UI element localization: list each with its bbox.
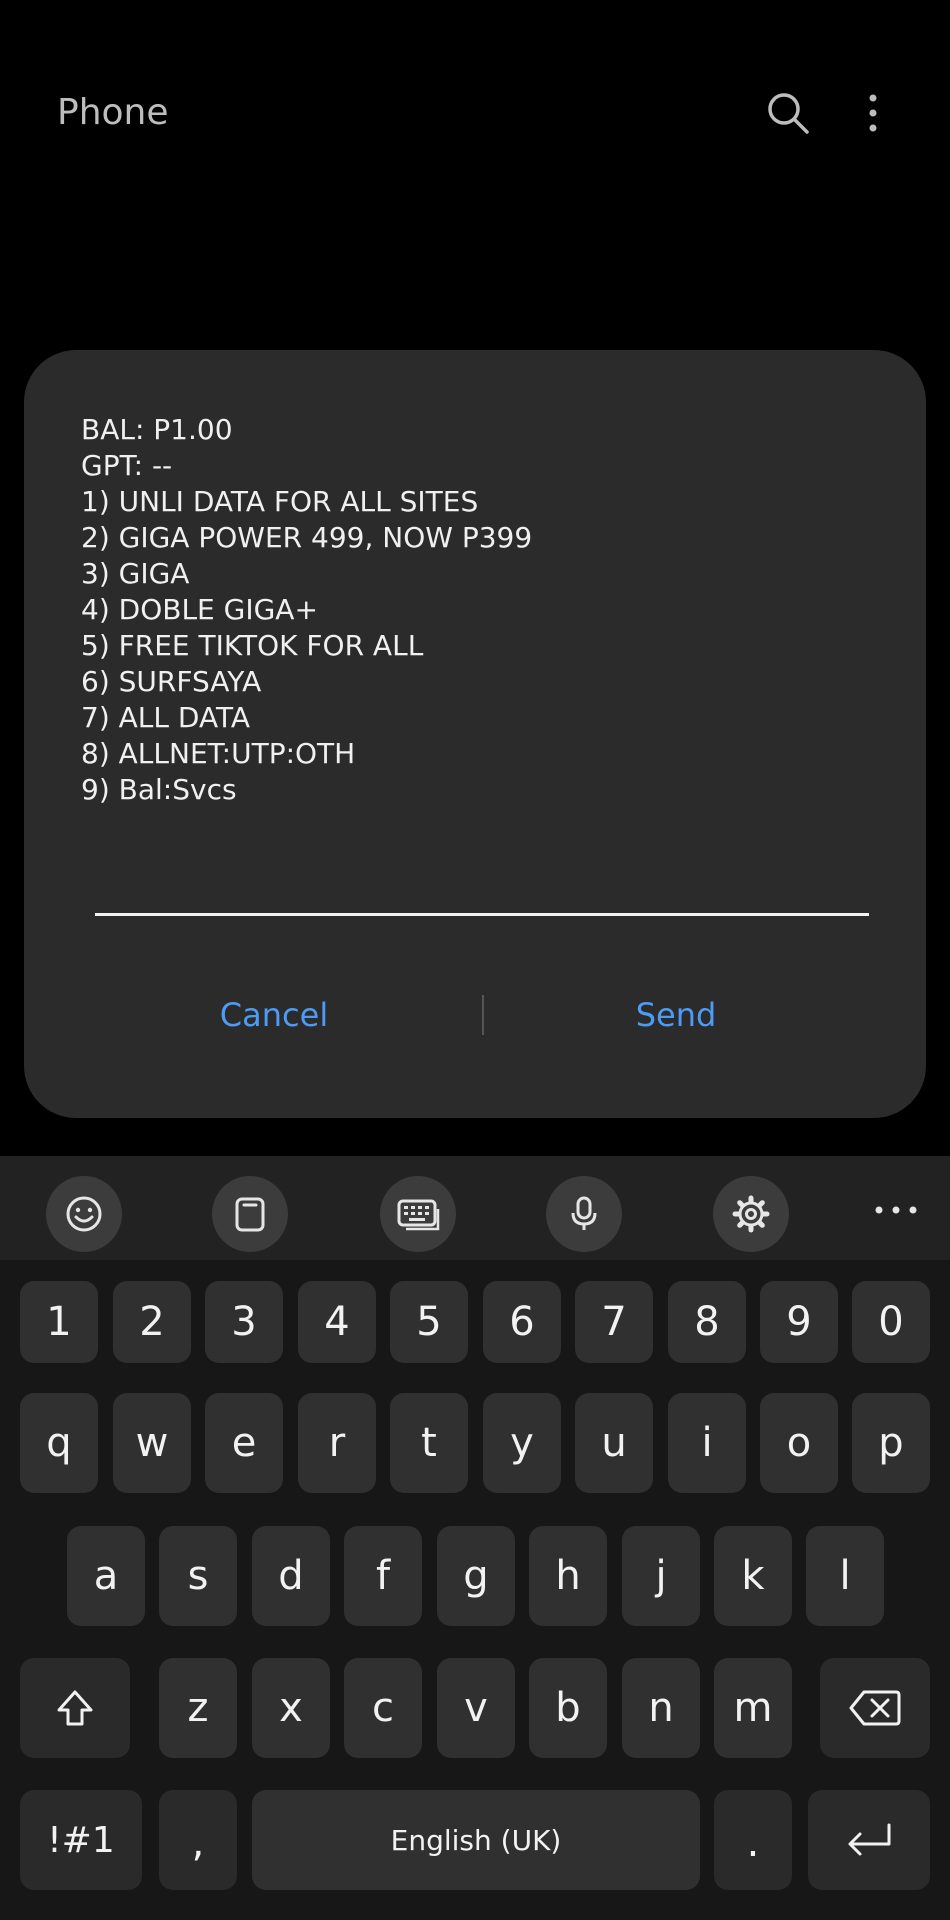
ussd-dialog: BAL: P1.00 GPT: -- 1) UNLI DATA FOR ALL SI… bbox=[24, 350, 926, 1118]
key-x[interactable]: x bbox=[252, 1658, 330, 1758]
key-0[interactable]: 0 bbox=[852, 1281, 930, 1363]
search-icon bbox=[768, 93, 809, 134]
ussd-line: 9) Bal:Svcs bbox=[81, 773, 237, 806]
key-c[interactable]: c bbox=[344, 1658, 422, 1758]
app-title: Phone bbox=[57, 92, 169, 133]
comma-key[interactable]: , bbox=[159, 1790, 237, 1890]
key-6[interactable]: 6 bbox=[483, 1281, 561, 1363]
app-bar: Phone bbox=[0, 0, 950, 240]
emoji-icon bbox=[66, 1196, 102, 1232]
dialog-buttons: Cancel Send bbox=[24, 970, 926, 1060]
key-s[interactable]: s bbox=[159, 1526, 237, 1626]
key-m[interactable]: m bbox=[714, 1658, 792, 1758]
keyboard-icon bbox=[397, 1199, 440, 1231]
key-9[interactable]: 9 bbox=[760, 1281, 838, 1363]
key-w[interactable]: w bbox=[113, 1393, 191, 1493]
key-n[interactable]: n bbox=[622, 1658, 700, 1758]
microphone-icon bbox=[571, 1196, 597, 1230]
key-k[interactable]: k bbox=[714, 1526, 792, 1626]
gear-icon bbox=[732, 1195, 770, 1233]
ussd-line: 7) ALL DATA bbox=[81, 701, 251, 734]
ussd-line: 2) GIGA POWER 499, NOW P399 bbox=[81, 521, 533, 554]
key-4[interactable]: 4 bbox=[298, 1281, 376, 1363]
clipboard-button[interactable] bbox=[212, 1176, 288, 1252]
backspace-key[interactable] bbox=[820, 1658, 930, 1758]
search-button[interactable] bbox=[763, 88, 813, 138]
ussd-line: GPT: -- bbox=[81, 449, 173, 482]
backspace-icon bbox=[849, 1690, 901, 1726]
key-2[interactable]: 2 bbox=[113, 1281, 191, 1363]
key-5[interactable]: 5 bbox=[390, 1281, 468, 1363]
ussd-reply-input[interactable] bbox=[95, 866, 869, 916]
ussd-line: 1) UNLI DATA FOR ALL SITES bbox=[81, 485, 479, 518]
key-l[interactable]: l bbox=[806, 1526, 884, 1626]
key-d[interactable]: d bbox=[252, 1526, 330, 1626]
key-e[interactable]: e bbox=[205, 1393, 283, 1493]
period-key[interactable]: . bbox=[714, 1790, 792, 1890]
more-vertical-icon bbox=[869, 94, 877, 132]
ussd-message: BAL: P1.00 GPT: -- 1) UNLI DATA FOR ALL SI… bbox=[81, 412, 532, 808]
key-f[interactable]: f bbox=[344, 1526, 422, 1626]
key-q[interactable]: q bbox=[20, 1393, 98, 1493]
key-b[interactable]: b bbox=[529, 1658, 607, 1758]
key-8[interactable]: 8 bbox=[668, 1281, 746, 1363]
keyboard-toolbar bbox=[0, 1156, 950, 1260]
ussd-line: 4) DOBLE GIGA+ bbox=[81, 593, 318, 626]
keyboard-mode-button[interactable] bbox=[380, 1176, 456, 1252]
key-o[interactable]: o bbox=[760, 1393, 838, 1493]
key-p[interactable]: p bbox=[852, 1393, 930, 1493]
more-options-button[interactable] bbox=[848, 88, 898, 138]
key-v[interactable]: v bbox=[437, 1658, 515, 1758]
key-r[interactable]: r bbox=[298, 1393, 376, 1493]
key-g[interactable]: g bbox=[437, 1526, 515, 1626]
key-1[interactable]: 1 bbox=[20, 1281, 98, 1363]
clipboard-icon bbox=[235, 1197, 265, 1232]
key-z[interactable]: z bbox=[159, 1658, 237, 1758]
shift-key[interactable] bbox=[20, 1658, 130, 1758]
more-horizontal-icon bbox=[875, 1206, 917, 1214]
voice-input-button[interactable] bbox=[546, 1176, 622, 1252]
ussd-line: 6) SURFSAYA bbox=[81, 665, 262, 698]
key-h[interactable]: h bbox=[529, 1526, 607, 1626]
comma-label: , bbox=[191, 1820, 205, 1866]
ussd-line: 5) FREE TIKTOK FOR ALL bbox=[81, 629, 424, 662]
cancel-button[interactable]: Cancel bbox=[74, 970, 474, 1060]
ussd-line: BAL: P1.00 bbox=[81, 413, 233, 446]
keyboard-settings-button[interactable] bbox=[713, 1176, 789, 1252]
key-t[interactable]: t bbox=[390, 1393, 468, 1493]
space-key[interactable]: English (UK) bbox=[252, 1790, 700, 1890]
ussd-line: 8) ALLNET:UTP:OTH bbox=[81, 737, 356, 770]
key-y[interactable]: y bbox=[483, 1393, 561, 1493]
send-button[interactable]: Send bbox=[476, 970, 876, 1060]
enter-key[interactable] bbox=[808, 1790, 930, 1890]
key-3[interactable]: 3 bbox=[205, 1281, 283, 1363]
toolbar-more-button[interactable] bbox=[866, 1190, 926, 1230]
symbols-key[interactable]: !#1 bbox=[20, 1790, 142, 1890]
keyboard: 1 2 3 4 5 6 7 8 9 0 q w e r t y u i o p … bbox=[0, 1156, 950, 1920]
key-a[interactable]: a bbox=[67, 1526, 145, 1626]
ussd-line: 3) GIGA bbox=[81, 557, 190, 590]
shift-icon bbox=[57, 1690, 93, 1726]
emoji-button[interactable] bbox=[46, 1176, 122, 1252]
key-i[interactable]: i bbox=[668, 1393, 746, 1493]
period-label: . bbox=[746, 1820, 760, 1866]
key-j[interactable]: j bbox=[622, 1526, 700, 1626]
key-u[interactable]: u bbox=[575, 1393, 653, 1493]
key-7[interactable]: 7 bbox=[575, 1281, 653, 1363]
enter-icon bbox=[848, 1823, 891, 1856]
